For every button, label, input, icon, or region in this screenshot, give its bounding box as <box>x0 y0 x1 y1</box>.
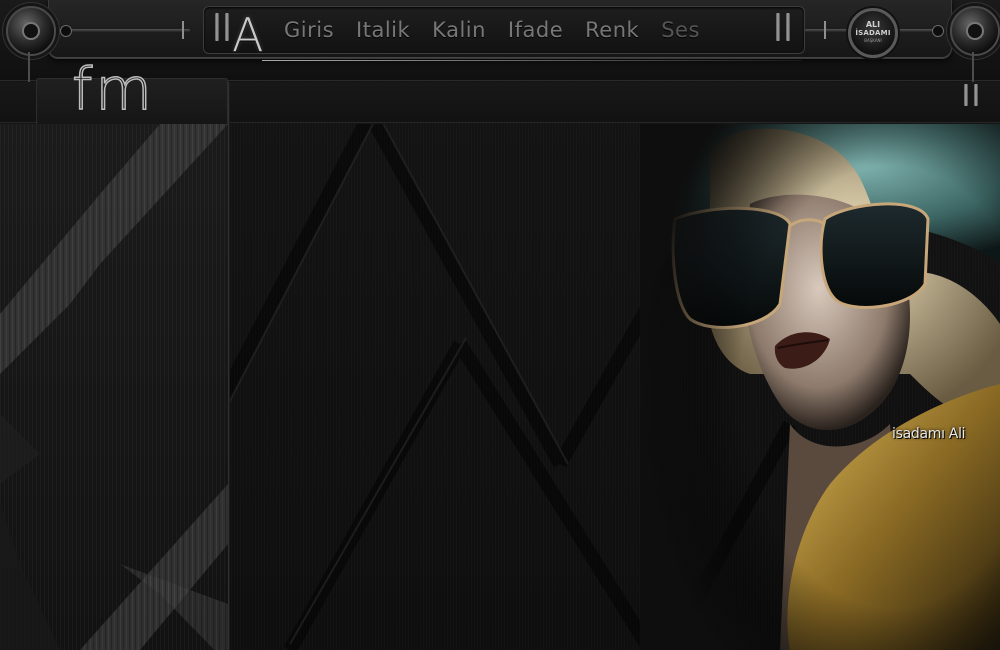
emblem-icon[interactable]: ALI İSADAMI BAŞKANI <box>848 8 898 58</box>
wood-shadow <box>0 504 60 650</box>
wood-chevron-upper <box>0 124 228 374</box>
emblem-line-2: İSADAMI <box>855 29 891 37</box>
rail-bead-icon <box>932 25 944 37</box>
pause-corner-icon[interactable] <box>964 84 978 112</box>
wood-chevron-left <box>0 374 40 484</box>
emblem-line-1: ALI <box>865 20 881 29</box>
sidebar <box>0 124 229 650</box>
nav-item-kalin[interactable]: Kalin <box>432 14 498 46</box>
rail-bead-icon <box>60 25 72 37</box>
left-marker-icon <box>182 21 184 39</box>
nav-item-renk[interactable]: Renk <box>585 14 651 46</box>
right-marker-icon <box>824 21 826 39</box>
pause-right-icon[interactable] <box>776 13 790 41</box>
left-rod <box>28 52 30 86</box>
nav-item-ses[interactable]: Ses <box>661 14 712 46</box>
brand-letter-logo: A <box>232 8 264 62</box>
sidebar-pattern <box>0 124 228 650</box>
main-content <box>230 124 1000 650</box>
site-logo[interactable]: fm <box>71 55 155 123</box>
nav-underline <box>262 60 802 61</box>
main-nav: Giris Italik Kalin Ifade Renk Ses <box>284 14 722 46</box>
nav-item-giris[interactable]: Giris <box>284 14 346 46</box>
emblem-line-3: BAŞKANI <box>864 38 882 43</box>
signature-text: isadamı Ali <box>892 426 966 442</box>
nav-item-italik[interactable]: Italik <box>356 14 422 46</box>
app-window: A Giris Italik Kalin Ifade Renk Ses ALI … <box>0 0 1000 650</box>
nav-item-ifade[interactable]: Ifade <box>508 14 575 46</box>
portrait-image <box>640 124 1000 650</box>
pause-left-icon[interactable] <box>215 13 229 41</box>
knob-left-icon[interactable] <box>6 6 56 56</box>
knob-right-icon[interactable] <box>950 6 1000 56</box>
